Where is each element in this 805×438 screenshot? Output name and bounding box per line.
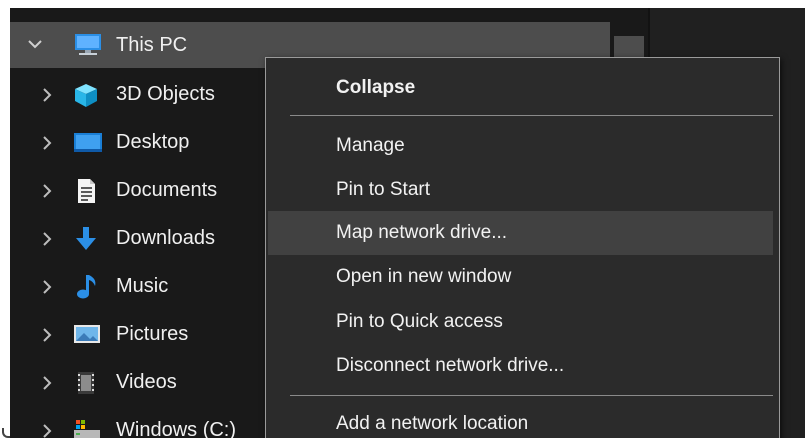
videos-icon — [73, 370, 101, 394]
chevron-right-icon[interactable] — [42, 136, 54, 150]
desktop-icon — [73, 130, 102, 154]
menu-item-map-network-drive[interactable]: Map network drive... — [268, 211, 773, 255]
menu-item-label: Collapse — [336, 77, 416, 98]
explorer-window-fragment: This PC 3D Objects Desktop Documents Dow… — [0, 0, 805, 438]
chevron-right-icon[interactable] — [42, 424, 54, 438]
menu-item-add-network-location[interactable]: Add a network location — [268, 402, 773, 438]
chevron-right-icon[interactable] — [42, 88, 54, 102]
top-edge — [0, 0, 805, 8]
tree-item-label: Pictures — [116, 322, 189, 345]
menu-item-pin-to-start[interactable]: Pin to Start — [268, 168, 773, 212]
chevron-right-icon[interactable] — [42, 184, 54, 198]
menu-separator — [290, 115, 773, 116]
menu-item-label: Manage — [336, 135, 405, 156]
documents-icon — [73, 178, 101, 203]
drive-icon — [73, 418, 101, 438]
menu-item-collapse[interactable]: Collapse — [268, 66, 773, 110]
menu-item-label: Pin to Quick access — [336, 311, 503, 332]
menu-item-label: Add a network location — [336, 413, 529, 434]
menu-item-label: Open in new window — [336, 266, 512, 287]
3d-objects-icon — [73, 82, 101, 107]
menu-item-label: Map network drive... — [336, 222, 508, 243]
chevron-right-icon[interactable] — [42, 328, 54, 342]
chevron-right-icon[interactable] — [42, 376, 54, 390]
tree-item-label: Windows (C:) — [116, 418, 237, 438]
computer-icon — [73, 33, 101, 57]
menu-item-manage[interactable]: Manage — [268, 124, 773, 168]
menu-separator — [290, 395, 773, 396]
context-menu: Collapse Manage Pin to Start Map network… — [265, 57, 780, 438]
menu-item-label: Pin to Start — [336, 179, 430, 200]
menu-item-open-in-new-window[interactable]: Open in new window — [268, 255, 773, 299]
chevron-down-icon[interactable] — [28, 39, 42, 51]
music-icon — [73, 274, 101, 299]
chevron-right-icon[interactable] — [42, 232, 54, 246]
corner-fragment — [2, 428, 10, 438]
chevron-right-icon[interactable] — [42, 280, 54, 294]
tree-item-label: This PC — [116, 33, 188, 56]
menu-item-pin-to-quick-access[interactable]: Pin to Quick access — [268, 300, 773, 344]
tree-item-label: Videos — [116, 370, 177, 393]
left-edge — [0, 0, 10, 438]
menu-item-label: Disconnect network drive... — [336, 355, 565, 376]
tree-item-label: Downloads — [116, 226, 215, 249]
tree-item-label: Music — [116, 274, 169, 297]
downloads-icon — [73, 226, 101, 250]
menu-item-disconnect-network-drive[interactable]: Disconnect network drive... — [268, 344, 773, 388]
tree-item-label: Documents — [116, 178, 218, 201]
tree-item-label: 3D Objects — [116, 82, 215, 105]
tree-item-label: Desktop — [116, 130, 190, 153]
pictures-icon — [73, 322, 101, 346]
